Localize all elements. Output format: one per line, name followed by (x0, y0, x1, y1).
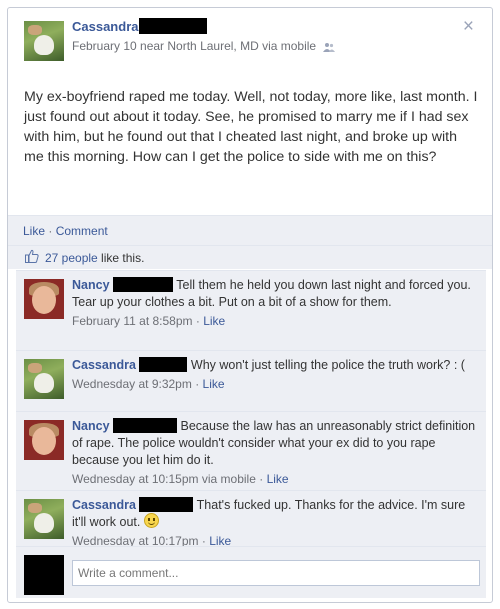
commenter-avatar[interactable] (24, 359, 64, 399)
like-link[interactable]: Like (23, 224, 45, 238)
likes-suffix: like this. (97, 251, 145, 265)
post-status-text: My ex-boyfriend raped me today. Well, no… (24, 89, 478, 165)
comment-meta: Wednesday at 9:32pm · Like (72, 376, 478, 393)
write-comment-input[interactable] (72, 560, 480, 586)
commenter-avatar[interactable] (24, 279, 64, 319)
comment-like-link[interactable]: Like (203, 377, 225, 391)
commenter-name[interactable]: Cassandra (72, 498, 136, 512)
comment-timestamp[interactable]: Wednesday at 9:32pm (72, 377, 192, 391)
post-meta: February 10 near North Laurel, MD via mo… (72, 39, 336, 53)
post-timestamp-location: February 10 near North Laurel, MD via mo… (72, 39, 317, 53)
commenter-avatar[interactable] (24, 499, 64, 539)
facebook-post: Cassandra February 10 near North Laurel,… (7, 7, 493, 603)
comment-timestamp[interactable]: Wednesday at 10:15pm via mobile (72, 472, 256, 486)
comment-meta-separator: · (195, 377, 200, 391)
post-author[interactable]: Cassandra (72, 18, 208, 35)
redaction-bar (113, 276, 174, 292)
redaction-bar (139, 496, 194, 512)
comment-composer (16, 546, 486, 598)
comment-meta-separator: · (259, 472, 264, 486)
comment-text: Why won't just telling the police the tr… (190, 358, 465, 372)
comment-item: Cassandra Why won't just telling the pol… (16, 350, 486, 411)
thumbs-up-icon (25, 249, 39, 263)
author-name[interactable]: Cassandra (72, 19, 138, 34)
author-avatar[interactable] (24, 21, 64, 61)
comment-like-link[interactable]: Like (267, 472, 289, 486)
redaction-bar (139, 356, 188, 372)
comment-meta: Wednesday at 10:15pm via mobile · Like (72, 471, 478, 488)
viewer-avatar-redacted (24, 555, 64, 595)
post-actions: Like · Comment (23, 224, 108, 238)
friends-icon (323, 42, 336, 52)
comment-timestamp[interactable]: February 11 at 8:58pm (72, 314, 193, 328)
comment-like-link[interactable]: Like (203, 314, 225, 328)
comment-link[interactable]: Comment (56, 224, 108, 238)
likes-count-link[interactable]: 27 people (45, 251, 98, 265)
redaction-bar (139, 18, 208, 35)
redaction-bar (113, 417, 178, 433)
commenter-name[interactable]: Nancy (72, 278, 110, 292)
action-separator: · (48, 224, 53, 238)
comment-meta-separator: · (195, 314, 200, 328)
comment-item: Nancy Tell them he held you down last ni… (16, 270, 486, 350)
comment-meta: February 11 at 8:58pm · Like (72, 313, 478, 330)
commenter-avatar[interactable] (24, 420, 64, 460)
post-actions-bar: Like · Comment (8, 215, 492, 245)
likes-summary: 27 people like this. (8, 245, 492, 269)
close-icon[interactable]: × (463, 17, 474, 37)
smiley-emoticon-icon (143, 513, 159, 529)
comment-item: Nancy Because the law has an unreasonabl… (16, 411, 486, 490)
commenter-name[interactable]: Cassandra (72, 358, 136, 372)
commenter-name[interactable]: Nancy (72, 419, 110, 433)
likes-text: 27 people like this. (45, 251, 144, 265)
comment-item: Cassandra That's fucked up. Thanks for t… (16, 490, 486, 548)
